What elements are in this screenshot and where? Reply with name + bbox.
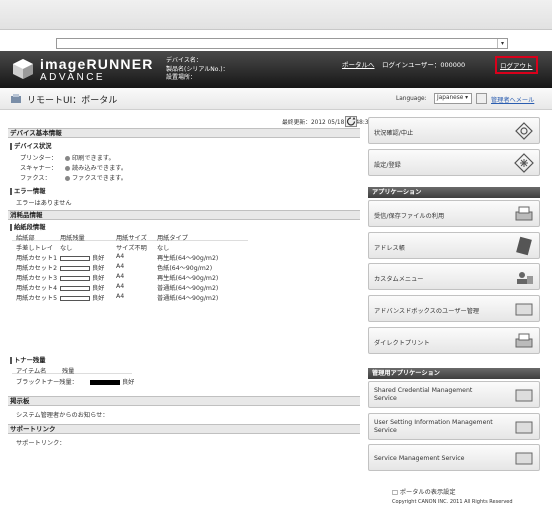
address-dropdown[interactable]: ▾ (497, 39, 507, 48)
page-title: リモートUI：ポータル (27, 96, 118, 106)
printer-status: プリンター： 印刷できます。 (20, 155, 115, 162)
app-received-files[interactable]: 受信/保存ファイルの利用 (368, 200, 540, 227)
paper-cell-size: A4 (116, 263, 125, 270)
canon-logo-icon (13, 59, 33, 79)
admin-applications-heading: 管理用アプリケーション (368, 368, 540, 379)
device-basic-info-heading: デバイス基本情報 (8, 128, 360, 138)
copyright: Copyright CANON INC. 2011 All Rights Res… (392, 499, 513, 505)
direct-print-icon (515, 333, 533, 348)
paper-cell-source: 手差しトレイ (16, 245, 54, 252)
service-icon (515, 452, 533, 465)
refresh-icon (346, 117, 356, 126)
paper-cell-size: A4 (116, 293, 125, 300)
toner-info-heading: トナー残量 (10, 357, 45, 364)
paper-cell-remain: 良好 (60, 283, 104, 292)
paper-cell-source: 用紙カセット1 (16, 255, 58, 262)
browser-toolbar (0, 0, 552, 30)
admin-app-service-management[interactable]: Service Management Service (368, 444, 540, 471)
box-icon (515, 303, 533, 316)
paper-cell-size: A4 (116, 273, 125, 280)
paper-level-bar (60, 295, 90, 301)
device-name-label: デバイス名： (166, 57, 202, 64)
status-dot-icon (65, 165, 70, 171)
printer-icon (515, 206, 533, 221)
service-icon (515, 421, 533, 434)
paper-cell-remain: なし (60, 245, 73, 252)
device-status-heading: デバイス状況 (10, 143, 52, 150)
applications-heading: アプリケーション (368, 187, 540, 198)
paper-info-heading: 給紙段情報 (10, 224, 45, 231)
error-text: エラーはありません (16, 200, 72, 207)
paper-cell-remain: 良好 (60, 263, 104, 272)
status-dot-icon (65, 155, 70, 161)
admin-app-shared-credential[interactable]: Shared Credential Management Service (368, 381, 540, 408)
error-info-heading: エラー情報 (10, 188, 45, 195)
remote-ui-icon (11, 94, 21, 103)
paper-table-header: 給紙部 用紙残量 用紙サイズ 用紙タイプ (12, 233, 248, 242)
status-dot-icon (65, 175, 70, 181)
product-name-label: 製品名(シリアルNo.)： (166, 65, 229, 73)
bulletin-heading: 掲示板 (8, 396, 360, 406)
language-select[interactable]: Japanese ▾ (434, 93, 472, 104)
settings-icon (514, 153, 534, 173)
paper-cell-source: 用紙カセット2 (16, 265, 58, 272)
subheader: リモートUI：ポータル Language: Japanese ▾ 管理者へメール (0, 88, 552, 110)
app-custom-menu[interactable]: カスタムメニュー (368, 263, 540, 290)
bulletin-text: システム管理者からのお知らせ： (16, 412, 109, 419)
black-toner-level: ブラックトナー残量： 良好 (16, 379, 135, 386)
paper-cell-size: A4 (116, 283, 125, 290)
service-icon (515, 389, 533, 402)
paper-cell-type: 再生紙(64～90g/m2) (157, 255, 219, 262)
support-link-text[interactable]: サポートリンク： (16, 438, 66, 447)
last-updated: 最終更新：2012 05/18 18:48:34 (282, 120, 373, 126)
language-label: Language: (396, 96, 427, 102)
paper-cell-source: 用紙カセット5 (16, 295, 58, 302)
paper-cell-source: 用紙カセット3 (16, 275, 58, 282)
logout-link[interactable]: ログアウト (495, 56, 538, 74)
login-user: ログインユーザー：000000 (382, 61, 466, 69)
scanner-status: スキャナー： 読み込みできます。 (20, 165, 128, 172)
language-apply-button[interactable] (476, 93, 487, 104)
brand-subname: ADVANCE (40, 72, 106, 83)
paper-level-bar (60, 285, 90, 291)
paper-cell-remain: 良好 (60, 273, 104, 282)
paper-cell-type: 再生紙(64～90g/m2) (157, 275, 219, 282)
paper-cell-size: A4 (116, 253, 125, 260)
consumables-heading: 消耗品情報 (8, 210, 360, 220)
app-direct-print[interactable]: ダイレクトプリント (368, 327, 540, 354)
status-cancel-button[interactable]: 状況確認/中止 (368, 117, 540, 144)
language-value: Japanese (437, 95, 464, 101)
paper-cell-remain: 良好 (60, 253, 104, 262)
paper-cell-type: 普通紙(64～90g/m2) (157, 285, 219, 292)
admin-app-user-setting-info[interactable]: User Setting Information Management Serv… (368, 413, 540, 440)
address-book-icon (516, 236, 532, 256)
paper-cell-remain: 良好 (60, 293, 104, 302)
address-bar[interactable]: ▾ (56, 38, 508, 49)
support-link-heading: サポートリンク (8, 424, 360, 434)
brand-name: imageRUNNER (40, 56, 154, 72)
header: imageRUNNER ADVANCE デバイス名： 製品名(シリアルNo.)：… (0, 51, 552, 88)
paper-level-bar (60, 265, 90, 271)
status-check-icon (515, 122, 533, 140)
paper-level-bar (60, 255, 90, 261)
paper-cell-source: 用紙カセット4 (16, 285, 58, 292)
admin-mail-link[interactable]: 管理者へメール (491, 95, 534, 104)
paper-cell-type: なし (157, 245, 170, 252)
fax-status: ファクス： ファクスできます。 (20, 175, 127, 182)
refresh-button[interactable] (345, 116, 357, 127)
device-info: デバイス名： 製品名(シリアルNo.)： 設置場所： (166, 57, 229, 83)
portal-display-settings-link[interactable]: □ ポータルの表示設定 (392, 487, 456, 496)
app-advanced-box-user[interactable]: アドバンスドボックスのユーザー管理 (368, 295, 540, 322)
portal-link[interactable]: ポータルへ (342, 59, 375, 69)
toner-table-header: アイテム名 残量 (12, 366, 132, 375)
location-label: 設置場所： (166, 74, 197, 81)
user-menu-icon (517, 272, 533, 284)
paper-cell-size: サイズ不明 (116, 245, 147, 252)
paper-cell-type: 色紙(64～90g/m2) (157, 265, 213, 272)
settings-registration-button[interactable]: 設定/登録 (368, 149, 540, 176)
paper-cell-type: 普通紙(64～90g/m2) (157, 295, 219, 302)
paper-level-bar (60, 275, 90, 281)
toner-bar (90, 379, 120, 385)
app-address-book[interactable]: アドレス帳 (368, 232, 540, 259)
